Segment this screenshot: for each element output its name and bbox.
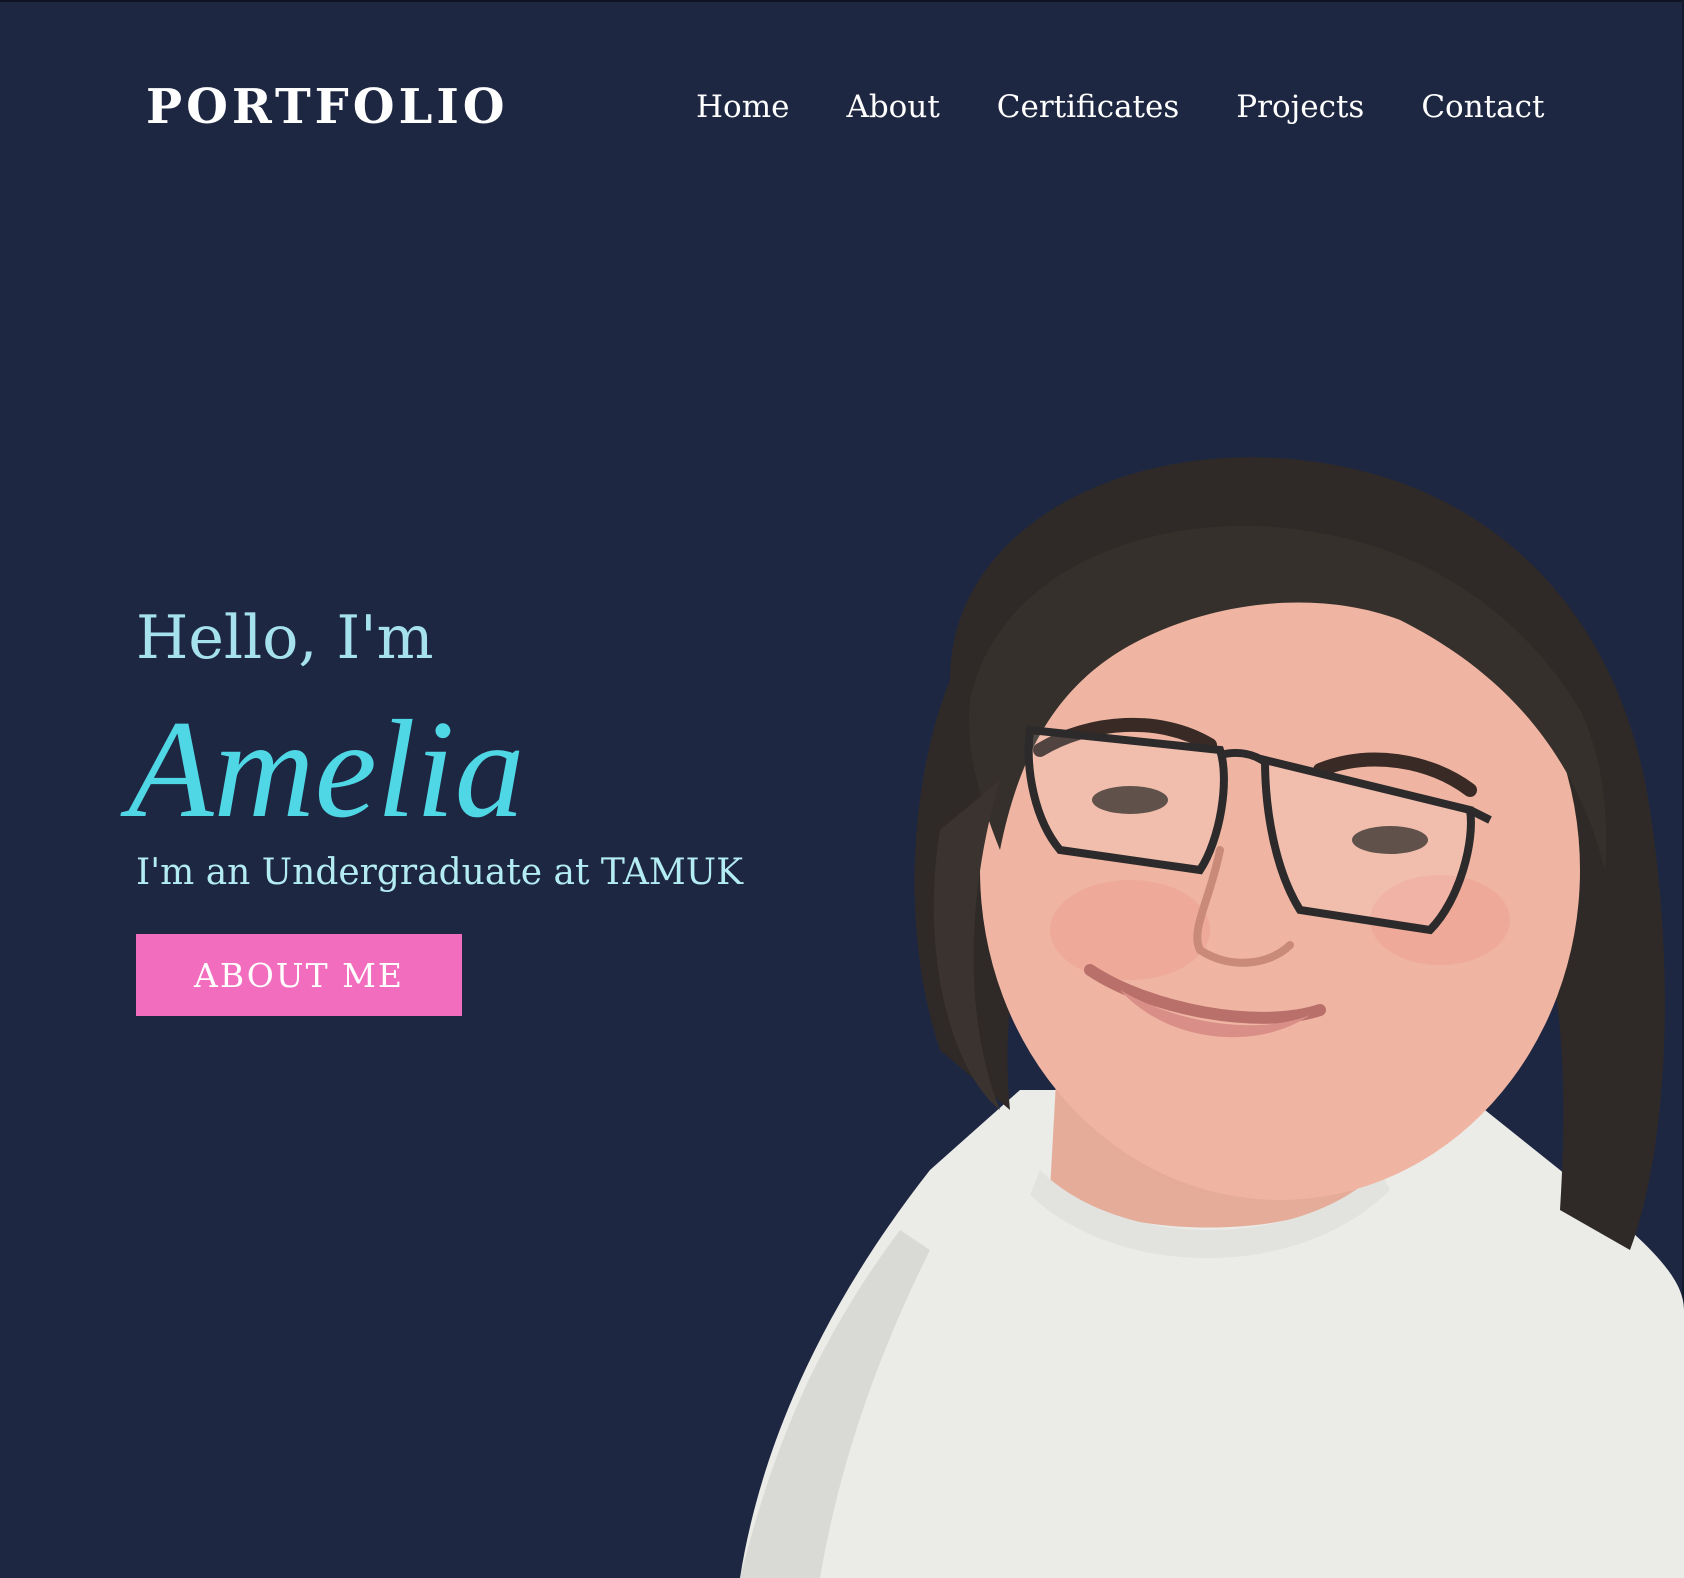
glasses-left-lens — [1024, 725, 1228, 875]
nav-link-about[interactable]: About — [846, 84, 939, 130]
navbar: PORTFOLIO Home About Certificates Projec… — [0, 0, 1684, 215]
nav-link-projects[interactable]: Projects — [1236, 84, 1364, 130]
portrait-photo — [740, 457, 1684, 1578]
about-me-button[interactable]: ABOUT ME — [136, 934, 462, 1016]
brand-logo[interactable]: PORTFOLIO — [146, 74, 509, 140]
nav-link-contact[interactable]: Contact — [1421, 84, 1544, 130]
hero-name: Amelia — [128, 692, 525, 847]
nav-link-home[interactable]: Home — [696, 84, 789, 130]
cheek-left — [1050, 880, 1210, 980]
hero-tagline: I'm an Undergraduate at TAMUK — [136, 852, 744, 893]
hero-greeting: Hello, I'm — [136, 603, 434, 673]
nav-links: Home About Certificates Projects Contact — [696, 84, 1544, 130]
nav-link-certificates[interactable]: Certificates — [997, 84, 1180, 130]
